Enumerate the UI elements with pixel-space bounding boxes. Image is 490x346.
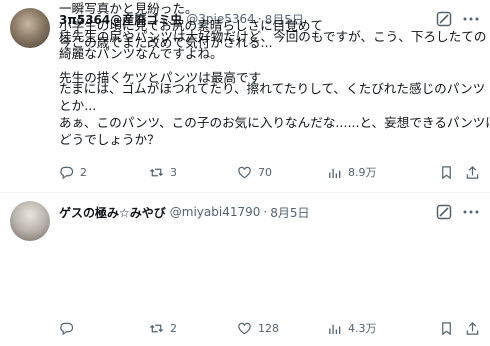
views-button[interactable]: 4.3万 xyxy=(327,320,377,336)
reply-count: 2 xyxy=(80,165,87,179)
bookmark-button[interactable] xyxy=(439,165,454,180)
views-icon xyxy=(329,324,341,334)
repost-count: 3 xyxy=(170,165,177,179)
share-button[interactable] xyxy=(465,321,480,336)
reply-button[interactable] xyxy=(59,321,80,336)
tweet-text-line: あぁ、このパンツ、この子のお気に入りなんだな......と、妄想できるパンツは xyxy=(59,114,490,130)
bookmark-button[interactable] xyxy=(439,321,454,336)
avatar[interactable] xyxy=(10,201,50,241)
views-button[interactable]: 8.9万 xyxy=(327,164,377,180)
tweet-text-line: 一瞬写真かと見紛った。 xyxy=(59,1,198,16)
tweet-text-line: 小学生の頃に見てお尻の素晴らしさに目覚めて xyxy=(59,18,324,34)
like-button[interactable]: 128 xyxy=(237,321,279,336)
bookmark-icon xyxy=(442,165,451,179)
tweet-text-line: とか... xyxy=(59,97,97,113)
repost-count: 2 xyxy=(170,321,177,335)
share-icon xyxy=(466,321,479,335)
repost-button[interactable]: 3 xyxy=(149,165,177,180)
action-bar: 2 3 70 8.9万 xyxy=(59,163,480,181)
action-bar: 2 128 4.3万 xyxy=(59,319,480,337)
tweet-text-line: 先生の描くケツとパンツは最高です xyxy=(59,69,262,85)
share-button[interactable] xyxy=(465,165,480,180)
tweet-text: 一瞬写真かと見紛った。 小学生の頃に見てお尻の素晴らしさに目覚めて 今この歳でま… xyxy=(59,0,478,86)
reply-icon xyxy=(60,322,74,335)
repost-button[interactable]: 2 xyxy=(149,321,177,336)
reply-button[interactable]: 2 xyxy=(59,165,87,180)
share-icon xyxy=(466,165,479,179)
views-icon xyxy=(329,168,341,178)
like-icon xyxy=(238,322,251,334)
tweet-text-line: 今この歳でまた改めて気付かされる... xyxy=(59,35,273,51)
user-handle[interactable]: @miyabi41790 xyxy=(170,205,261,219)
view-count: 8.9万 xyxy=(348,166,377,179)
like-count: 128 xyxy=(258,321,279,335)
tweet-header: ゲスの極み☆みやび @miyabi41790 · 8月5日 xyxy=(59,203,480,221)
repost-icon xyxy=(149,324,164,332)
display-name[interactable]: ゲスの極み☆みやび xyxy=(59,204,166,221)
grok-icon[interactable] xyxy=(436,204,452,220)
separator-dot: · xyxy=(263,205,268,219)
repost-icon xyxy=(149,168,164,176)
tweet-text-line: どうでしょうか？ xyxy=(59,132,160,148)
tweet-text-line xyxy=(59,52,478,69)
like-count: 70 xyxy=(258,165,272,179)
like-button[interactable]: 70 xyxy=(237,165,272,180)
avatar[interactable] xyxy=(10,8,50,48)
like-icon xyxy=(238,166,251,178)
post-date[interactable]: 8月5日 xyxy=(270,204,309,221)
bookmark-icon xyxy=(442,321,451,335)
view-count: 4.3万 xyxy=(348,322,377,335)
reply-icon xyxy=(60,166,74,179)
more-icon[interactable] xyxy=(462,204,480,220)
